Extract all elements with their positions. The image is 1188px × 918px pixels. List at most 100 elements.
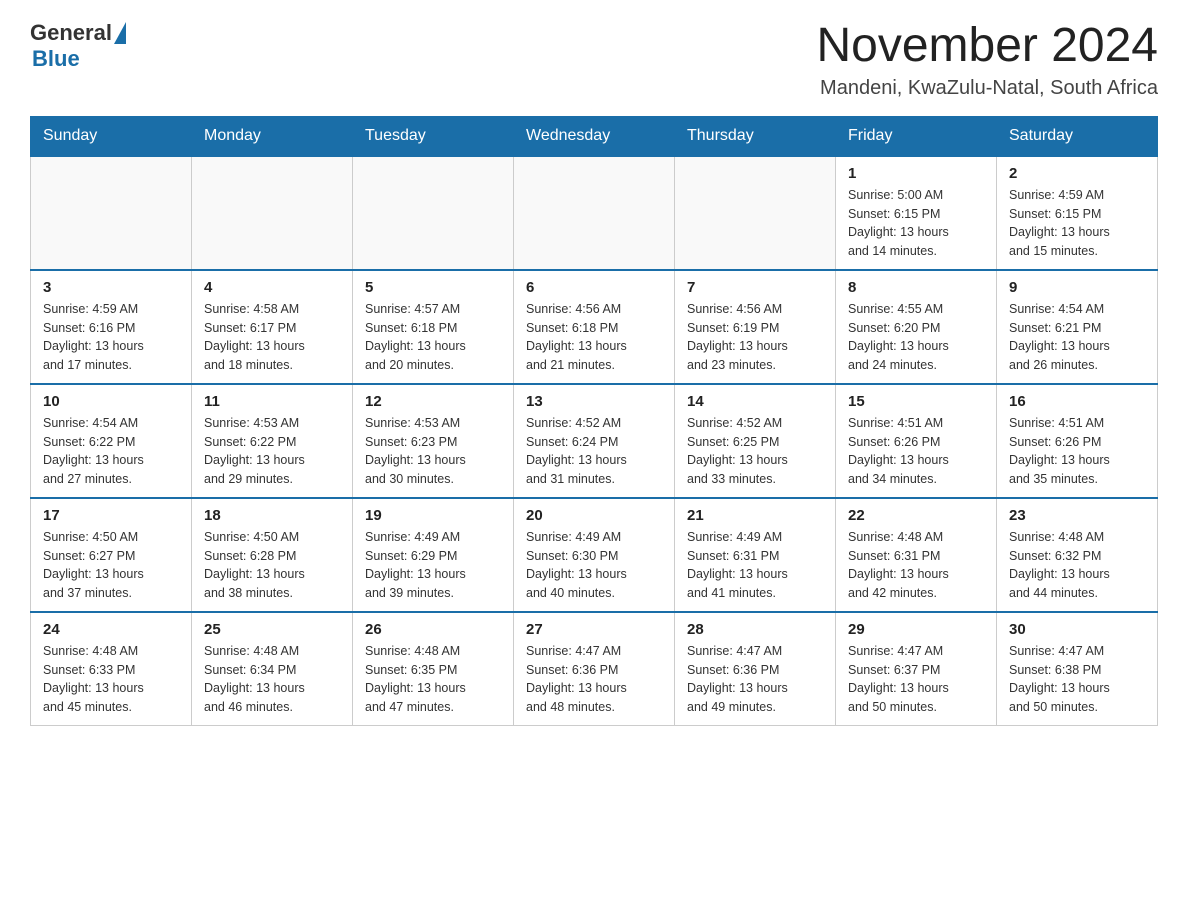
day-number: 19 (365, 507, 501, 524)
calendar-cell: 5 Sunrise: 4:57 AM Sunset: 6:18 PM Daylig… (353, 270, 514, 384)
day-number: 13 (526, 393, 662, 410)
calendar-week-4: 17 Sunrise: 4:50 AM Sunset: 6:27 PM Dayli… (31, 498, 1158, 612)
calendar-cell: 10 Sunrise: 4:54 AM Sunset: 6:22 PM Dayli… (31, 384, 192, 498)
title-section: November 2024 Mandeni, KwaZulu-Natal, So… (816, 20, 1158, 100)
page-header: General Blue November 2024 Mandeni, KwaZ… (30, 20, 1158, 100)
header-cell-thursday: Thursday (675, 116, 836, 156)
logo-triangle-icon (114, 22, 126, 44)
header-cell-saturday: Saturday (997, 116, 1158, 156)
day-number: 2 (1009, 165, 1145, 182)
day-number: 17 (43, 507, 179, 524)
day-info: Sunrise: 4:54 AM Sunset: 6:21 PM Dayligh… (1009, 300, 1145, 375)
calendar-cell: 18 Sunrise: 4:50 AM Sunset: 6:28 PM Dayli… (192, 498, 353, 612)
calendar-cell (31, 156, 192, 270)
day-info: Sunrise: 4:58 AM Sunset: 6:17 PM Dayligh… (204, 300, 340, 375)
day-info: Sunrise: 4:56 AM Sunset: 6:19 PM Dayligh… (687, 300, 823, 375)
calendar-cell: 17 Sunrise: 4:50 AM Sunset: 6:27 PM Dayli… (31, 498, 192, 612)
day-number: 24 (43, 621, 179, 638)
header-cell-tuesday: Tuesday (353, 116, 514, 156)
calendar-cell (353, 156, 514, 270)
calendar-cell (514, 156, 675, 270)
day-info: Sunrise: 4:53 AM Sunset: 6:23 PM Dayligh… (365, 414, 501, 489)
day-info: Sunrise: 4:54 AM Sunset: 6:22 PM Dayligh… (43, 414, 179, 489)
day-number: 22 (848, 507, 984, 524)
day-info: Sunrise: 4:48 AM Sunset: 6:33 PM Dayligh… (43, 642, 179, 717)
calendar-cell: 9 Sunrise: 4:54 AM Sunset: 6:21 PM Daylig… (997, 270, 1158, 384)
calendar-week-3: 10 Sunrise: 4:54 AM Sunset: 6:22 PM Dayli… (31, 384, 1158, 498)
day-info: Sunrise: 4:47 AM Sunset: 6:37 PM Dayligh… (848, 642, 984, 717)
day-info: Sunrise: 4:55 AM Sunset: 6:20 PM Dayligh… (848, 300, 984, 375)
header-cell-friday: Friday (836, 116, 997, 156)
day-info: Sunrise: 4:48 AM Sunset: 6:31 PM Dayligh… (848, 528, 984, 603)
logo: General Blue (30, 20, 128, 72)
day-number: 12 (365, 393, 501, 410)
header-row: SundayMondayTuesdayWednesdayThursdayFrid… (31, 116, 1158, 156)
calendar-cell (192, 156, 353, 270)
calendar-cell: 29 Sunrise: 4:47 AM Sunset: 6:37 PM Dayli… (836, 612, 997, 726)
calendar-cell: 13Sunrise: 4:52 AM Sunset: 6:24 PM Dayli… (514, 384, 675, 498)
location-subtitle: Mandeni, KwaZulu-Natal, South Africa (816, 77, 1158, 100)
calendar-cell: 27 Sunrise: 4:47 AM Sunset: 6:36 PM Dayli… (514, 612, 675, 726)
calendar-cell: 14 Sunrise: 4:52 AM Sunset: 6:25 PM Dayli… (675, 384, 836, 498)
day-info: Sunrise: 4:57 AM Sunset: 6:18 PM Dayligh… (365, 300, 501, 375)
day-number: 18 (204, 507, 340, 524)
day-info: Sunrise: 4:52 AM Sunset: 6:25 PM Dayligh… (687, 414, 823, 489)
calendar-header: SundayMondayTuesdayWednesdayThursdayFrid… (31, 116, 1158, 156)
day-info: Sunrise: 4:53 AM Sunset: 6:22 PM Dayligh… (204, 414, 340, 489)
day-number: 10 (43, 393, 179, 410)
day-number: 3 (43, 279, 179, 296)
day-info: Sunrise: 4:48 AM Sunset: 6:32 PM Dayligh… (1009, 528, 1145, 603)
day-info: Sunrise: 4:48 AM Sunset: 6:34 PM Dayligh… (204, 642, 340, 717)
calendar-week-1: 1Sunrise: 5:00 AM Sunset: 6:15 PM Daylig… (31, 156, 1158, 270)
calendar-cell: 23 Sunrise: 4:48 AM Sunset: 6:32 PM Dayli… (997, 498, 1158, 612)
calendar-cell: 12 Sunrise: 4:53 AM Sunset: 6:23 PM Dayli… (353, 384, 514, 498)
calendar-cell: 8 Sunrise: 4:55 AM Sunset: 6:20 PM Daylig… (836, 270, 997, 384)
calendar-cell: 25 Sunrise: 4:48 AM Sunset: 6:34 PM Dayli… (192, 612, 353, 726)
day-info: Sunrise: 4:47 AM Sunset: 6:36 PM Dayligh… (526, 642, 662, 717)
calendar-cell: 30 Sunrise: 4:47 AM Sunset: 6:38 PM Dayli… (997, 612, 1158, 726)
day-number: 14 (687, 393, 823, 410)
calendar-cell: 28 Sunrise: 4:47 AM Sunset: 6:36 PM Dayli… (675, 612, 836, 726)
calendar-body: 1Sunrise: 5:00 AM Sunset: 6:15 PM Daylig… (31, 156, 1158, 726)
day-info: Sunrise: 4:59 AM Sunset: 6:15 PM Dayligh… (1009, 186, 1145, 261)
header-cell-sunday: Sunday (31, 116, 192, 156)
calendar-week-2: 3 Sunrise: 4:59 AM Sunset: 6:16 PM Daylig… (31, 270, 1158, 384)
day-info: Sunrise: 4:48 AM Sunset: 6:35 PM Dayligh… (365, 642, 501, 717)
day-number: 27 (526, 621, 662, 638)
day-number: 28 (687, 621, 823, 638)
day-number: 4 (204, 279, 340, 296)
logo-blue-text: Blue (32, 46, 80, 72)
day-number: 7 (687, 279, 823, 296)
calendar-week-5: 24 Sunrise: 4:48 AM Sunset: 6:33 PM Dayli… (31, 612, 1158, 726)
calendar-cell: 1Sunrise: 5:00 AM Sunset: 6:15 PM Daylig… (836, 156, 997, 270)
logo-general-text: General (30, 20, 112, 46)
day-info: Sunrise: 4:50 AM Sunset: 6:27 PM Dayligh… (43, 528, 179, 603)
day-number: 26 (365, 621, 501, 638)
day-number: 6 (526, 279, 662, 296)
calendar-cell: 15 Sunrise: 4:51 AM Sunset: 6:26 PM Dayli… (836, 384, 997, 498)
day-number: 15 (848, 393, 984, 410)
day-info: Sunrise: 5:00 AM Sunset: 6:15 PM Dayligh… (848, 186, 984, 261)
calendar-cell (675, 156, 836, 270)
day-info: Sunrise: 4:49 AM Sunset: 6:30 PM Dayligh… (526, 528, 662, 603)
calendar-cell: 2 Sunrise: 4:59 AM Sunset: 6:15 PM Daylig… (997, 156, 1158, 270)
calendar-cell: 16Sunrise: 4:51 AM Sunset: 6:26 PM Dayli… (997, 384, 1158, 498)
day-info: Sunrise: 4:51 AM Sunset: 6:26 PM Dayligh… (848, 414, 984, 489)
day-number: 8 (848, 279, 984, 296)
day-number: 9 (1009, 279, 1145, 296)
day-number: 30 (1009, 621, 1145, 638)
day-number: 16 (1009, 393, 1145, 410)
day-info: Sunrise: 4:56 AM Sunset: 6:18 PM Dayligh… (526, 300, 662, 375)
day-info: Sunrise: 4:59 AM Sunset: 6:16 PM Dayligh… (43, 300, 179, 375)
month-title: November 2024 (816, 20, 1158, 73)
day-info: Sunrise: 4:50 AM Sunset: 6:28 PM Dayligh… (204, 528, 340, 603)
day-info: Sunrise: 4:47 AM Sunset: 6:36 PM Dayligh… (687, 642, 823, 717)
calendar-cell: 7 Sunrise: 4:56 AM Sunset: 6:19 PM Daylig… (675, 270, 836, 384)
day-number: 29 (848, 621, 984, 638)
day-number: 25 (204, 621, 340, 638)
day-info: Sunrise: 4:47 AM Sunset: 6:38 PM Dayligh… (1009, 642, 1145, 717)
day-number: 5 (365, 279, 501, 296)
day-number: 23 (1009, 507, 1145, 524)
day-number: 11 (204, 393, 340, 410)
calendar-cell: 20Sunrise: 4:49 AM Sunset: 6:30 PM Dayli… (514, 498, 675, 612)
